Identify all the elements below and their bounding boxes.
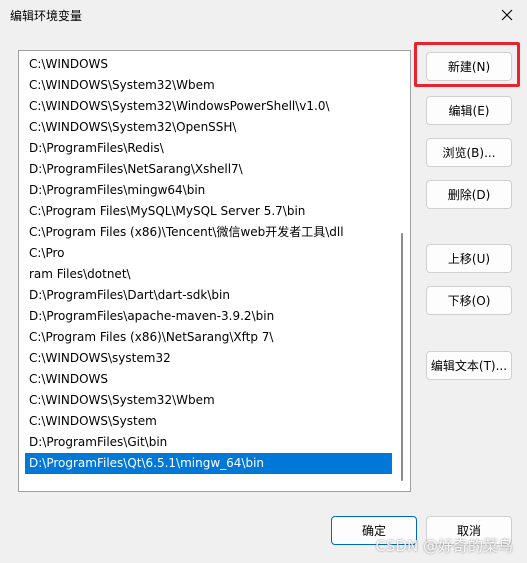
list-item[interactable]: C:\WINDOWS\System32\Wbem — [25, 390, 392, 411]
list-item[interactable]: C:\WINDOWS\System32\OpenSSH\ — [25, 117, 392, 138]
list-item[interactable]: C:\WINDOWS\system32 — [25, 348, 392, 369]
list-item[interactable]: D:\ProgramFiles\Qt\6.5.1\mingw_64\bin — [25, 453, 392, 474]
path-list[interactable]: C:\WINDOWS C:\WINDOWS\System32\Wbem C:\WIN… — [18, 50, 411, 492]
list-item[interactable]: C:\WINDOWS — [25, 54, 392, 75]
edit-env-var-dialog: 编辑环境变量 C:\WINDOWS C:\WINDOWS\System32\Wbe… — [0, 0, 527, 563]
watermark: CSDN @好奇的菜鸟 — [375, 537, 513, 555]
list-item[interactable]: ram Files\dotnet\ — [25, 264, 392, 285]
new-button[interactable]: 新建(N) — [426, 52, 512, 81]
list-item[interactable]: C:\WINDOWS\System — [25, 411, 392, 432]
edit-button[interactable]: 编辑(E) — [426, 96, 512, 125]
list-item[interactable]: C:\WINDOWS\System32\Wbem — [25, 75, 392, 96]
title-bar: 编辑环境变量 — [0, 0, 527, 30]
list-item[interactable]: C:\WINDOWS — [25, 369, 392, 390]
scrollbar-thumb[interactable] — [401, 233, 403, 481]
close-button[interactable] — [487, 0, 527, 30]
list-scrollbar[interactable] — [394, 55, 406, 487]
list-item[interactable]: D:\ProgramFiles\Dart\dart-sdk\bin — [25, 285, 392, 306]
list-item[interactable]: D:\ProgramFiles\Git\bin — [25, 432, 392, 453]
list-item[interactable]: C:\Program Files (x86)\NetSarang\Xftp 7\ — [25, 327, 392, 348]
delete-button[interactable]: 删除(D) — [426, 180, 512, 209]
list-item[interactable]: D:\ProgramFiles\mingw64\bin — [25, 180, 392, 201]
list-item[interactable]: C:\WINDOWS\System32\WindowsPowerShell\v1… — [25, 96, 392, 117]
list-item[interactable]: D:\ProgramFiles\apache-maven-3.9.2\bin — [25, 306, 392, 327]
list-item[interactable]: D:\ProgramFiles\Redis\ — [25, 138, 392, 159]
move-down-button[interactable]: 下移(O) — [426, 286, 512, 315]
list-item[interactable]: C:\Program Files\MySQL\MySQL Server 5.7\… — [25, 201, 392, 222]
edit-text-button[interactable]: 编辑文本(T)... — [426, 351, 512, 380]
list-item[interactable]: C:\Program Files (x86)\Tencent\微信web开发者工… — [25, 222, 392, 243]
close-icon — [501, 9, 513, 21]
browse-button[interactable]: 浏览(B)... — [426, 138, 512, 167]
window-title: 编辑环境变量 — [10, 9, 83, 23]
move-up-button[interactable]: 上移(U) — [426, 244, 512, 273]
list-item[interactable]: C:\Pro — [25, 243, 392, 264]
list-item[interactable]: D:\ProgramFiles\NetSarang\Xshell7\ — [25, 159, 392, 180]
